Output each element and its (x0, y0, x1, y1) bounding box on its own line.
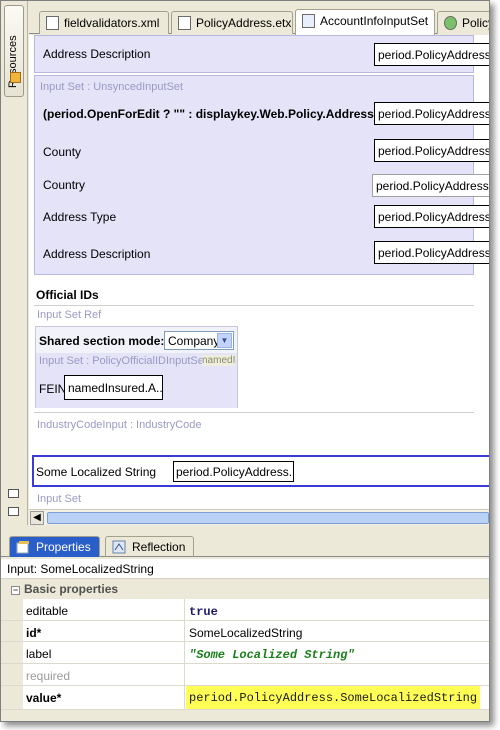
country-label: Country (43, 178, 86, 192)
address-description-value[interactable]: period.PolicyAddress.Ad (374, 43, 489, 66)
tab-fieldvalidators[interactable]: fieldvalidators.xml (39, 11, 169, 34)
shared-mode-label: Shared section mode: (39, 334, 165, 348)
collapse-icon[interactable]: − (11, 586, 20, 595)
tab-label: Reflection (132, 540, 186, 554)
input-set-label: Input Set (37, 493, 82, 505)
official-ids-title: Official IDs (36, 288, 99, 302)
input-set-ref-label: Input Set Ref (37, 309, 102, 321)
resources-tab[interactable]: Resources (4, 5, 24, 97)
row-gutter (1, 664, 23, 685)
property-row-editable[interactable]: editable true (1, 599, 489, 621)
open-for-edit-value[interactable]: period.PolicyAddress.D (374, 102, 489, 125)
shared-mode-value: Company (168, 334, 220, 348)
address-description-row[interactable]: Address Description period.PolicyAddress… (34, 35, 489, 73)
property-value[interactable] (186, 664, 489, 685)
tab-policy[interactable]: Policy (437, 11, 489, 34)
tab-policyaddress[interactable]: PolicyAddress.etx (171, 11, 293, 34)
fein-value[interactable]: namedInsured.A... (64, 375, 163, 400)
unsynced-inputset-header: Input Set : UnsyncedInputSet (40, 81, 184, 93)
county-label: County (43, 145, 82, 159)
address-description-label-2: Address Description (43, 247, 151, 261)
property-key: editable (23, 599, 185, 620)
county-value[interactable]: period.PolicyAddress.C (374, 139, 489, 162)
basic-properties-group[interactable]: − Basic properties (1, 579, 489, 599)
property-value[interactable]: true (186, 599, 489, 620)
window-frame: Resources fieldvalidators.xml PolicyAddr… (0, 0, 490, 722)
scroll-thumb[interactable] (47, 512, 489, 524)
property-row-id[interactable]: id* SomeLocalizedString (1, 621, 489, 642)
gosu-file-icon (444, 16, 457, 30)
property-value[interactable]: period.PolicyAddress.SomeLocalizedString (186, 686, 489, 709)
shared-section[interactable]: Shared section mode: Company ▼ Input Set… (35, 326, 238, 408)
editor-canvas: Address Description period.PolicyAddress… (29, 35, 489, 509)
reflection-icon (112, 540, 126, 554)
property-key: value* (23, 686, 185, 709)
label-value: "Some Localized String" (189, 648, 355, 662)
property-value[interactable]: "Some Localized String" (186, 642, 489, 663)
fein-label: FEIN (39, 382, 67, 396)
address-description-value-2[interactable]: period.PolicyAddress.D (374, 241, 489, 264)
xml-file-icon (46, 16, 59, 30)
scroll-left-icon[interactable]: ◀ (30, 511, 44, 525)
property-row-label[interactable]: label "Some Localized String" (1, 642, 489, 664)
localized-string-row[interactable]: Some Localized String period.PolicyAddre… (32, 455, 489, 487)
row-gutter (1, 642, 23, 663)
property-value[interactable]: SomeLocalizedString (186, 621, 489, 641)
editor-tabs: fieldvalidators.xml PolicyAddress.etx Ac… (29, 9, 489, 35)
side-rail: Resources (1, 1, 28, 525)
tab-label: PolicyAddress.etx (196, 16, 292, 30)
group-label: Basic properties (24, 582, 119, 596)
properties-icon (16, 541, 29, 554)
etx-file-icon (178, 16, 191, 30)
properties-header: Input: SomeLocalizedString (1, 559, 489, 579)
industry-code-label: IndustryCodeInput : IndustryCode (37, 419, 202, 431)
address-type-value[interactable]: period.PolicyAddress.Ad (374, 205, 489, 228)
property-row-value[interactable]: value* period.PolicyAddress.SomeLocalize… (1, 686, 489, 710)
horizontal-scrollbar[interactable]: ◀ (29, 509, 489, 525)
property-row-required[interactable]: required (1, 664, 489, 686)
divider (34, 305, 474, 306)
tab-accountinfoinputset[interactable]: AccountInfoInputSet (295, 9, 435, 35)
unsynced-inputset[interactable]: Input Set : UnsyncedInputSet (period.Ope… (34, 75, 489, 275)
resources-icon (10, 72, 21, 83)
shared-mode-select[interactable]: Company ▼ (164, 331, 234, 350)
property-key: label (23, 642, 185, 663)
value-expression: period.PolicyAddress.SomeLocalizedString (186, 686, 481, 709)
maximize-icon[interactable] (8, 507, 19, 516)
restore-icon[interactable] (8, 489, 19, 498)
country-value[interactable]: period.PolicyAddress.C (372, 174, 489, 197)
tab-properties[interactable]: Properties (9, 536, 100, 557)
panel-tabs: Properties Reflection (1, 533, 489, 557)
localized-string-label: Some Localized String (36, 465, 157, 479)
property-key: required (23, 664, 185, 685)
tab-reflection[interactable]: Reflection (105, 536, 195, 557)
chevron-down-icon[interactable]: ▼ (217, 333, 232, 348)
divider (34, 412, 474, 413)
open-for-edit-label: (period.OpenForEdit ? "" : displaykey.We… (43, 107, 378, 121)
editable-value: true (189, 605, 218, 619)
address-description-label: Address Description (43, 47, 151, 61)
inputset-tag: namedI (202, 355, 236, 366)
row-gutter (1, 621, 23, 641)
policy-official-id-inputset[interactable]: Input Set : PolicyOfficialIDInputSet nam… (36, 353, 237, 408)
tab-label: fieldvalidators.xml (64, 16, 160, 30)
localized-string-value[interactable]: period.PolicyAddress.... (173, 461, 294, 482)
address-type-label: Address Type (43, 210, 117, 224)
property-key: id* (23, 621, 185, 641)
policy-official-inputset-label: Input Set : PolicyOfficialIDInputSet (39, 355, 207, 367)
tab-label: AccountInfoInputSet (320, 14, 429, 28)
row-gutter (1, 599, 23, 620)
tab-label: Policy (462, 16, 489, 30)
row-gutter (1, 686, 23, 709)
inputset-file-icon (302, 14, 315, 28)
tab-label: Properties (36, 540, 91, 554)
